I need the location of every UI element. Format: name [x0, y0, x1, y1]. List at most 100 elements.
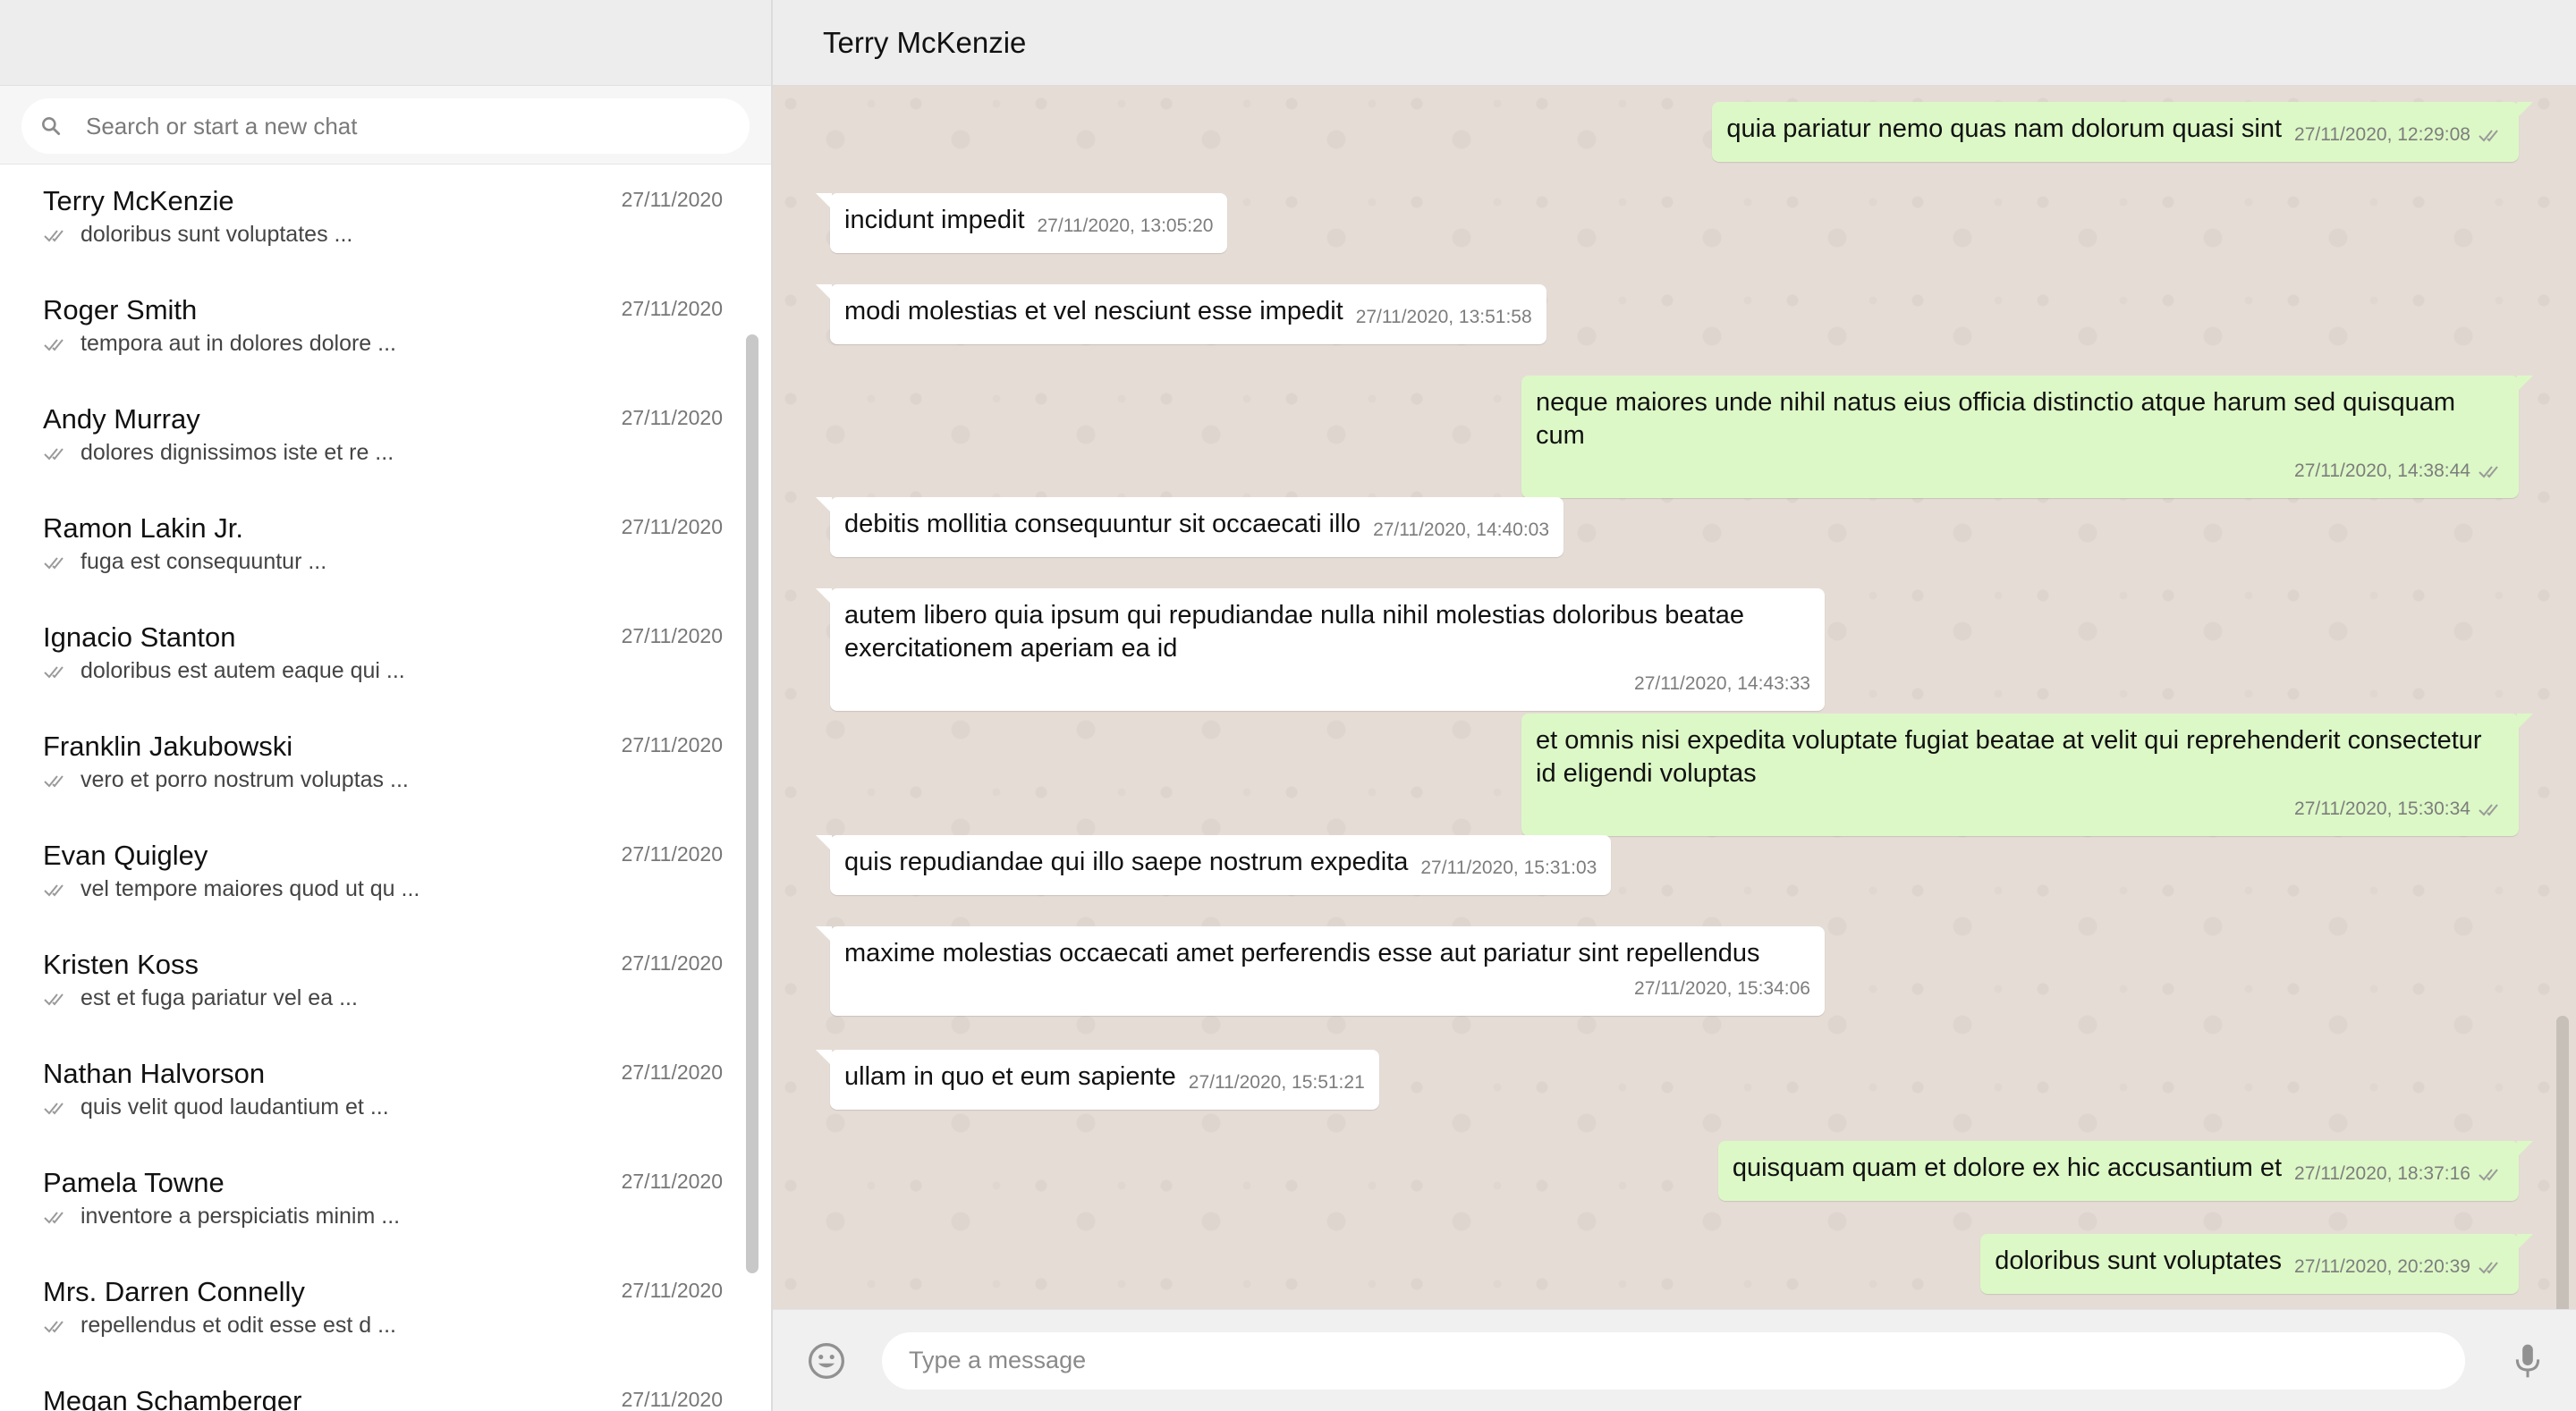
message-timestamp: 27/11/2020, 18:37:16 — [2294, 1163, 2470, 1184]
message-meta: 27/11/2020, 15:51:21 — [1189, 1066, 1365, 1099]
chat-preview-text: repellendus et odit esse est d ... — [80, 1313, 396, 1338]
chat-preview-text: vel tempore maiores quod ut qu ... — [80, 876, 420, 901]
message-text: quisquam quam et dolore ex hic accusanti… — [1732, 1153, 2283, 1182]
chat-date: 27/11/2020 — [621, 297, 723, 320]
message-timestamp: 27/11/2020, 14:40:03 — [1373, 520, 1550, 540]
chat-preview: est et fuga pariatur vel ea ... — [43, 985, 744, 1011]
message-timestamp: 27/11/2020, 20:20:39 — [2294, 1256, 2470, 1277]
chat-date: 27/11/2020 — [621, 733, 723, 756]
message-text: et omnis nisi expedita voluptate fugiat … — [1536, 726, 2482, 788]
chat-date: 27/11/2020 — [621, 842, 723, 866]
sidebar: Terry McKenzie27/11/2020doloribus sunt v… — [0, 0, 773, 1411]
mic-icon[interactable] — [2506, 1339, 2549, 1382]
message-text: quis repudiandae qui illo saepe nostrum … — [844, 848, 1409, 876]
outgoing-message[interactable]: quisquam quam et dolore ex hic accusanti… — [1717, 1141, 2534, 1201]
chat-preview-text: dolores dignissimos iste et re ... — [80, 440, 394, 465]
chat-preview: vel tempore maiores quod ut qu ... — [43, 876, 744, 902]
chat-preview-text: vero et porro nostrum voluptas ... — [80, 767, 409, 792]
message-input[interactable] — [882, 1331, 2465, 1390]
chat-date: 27/11/2020 — [621, 188, 723, 211]
double-check-icon — [43, 1099, 70, 1117]
double-check-icon — [43, 881, 70, 899]
conversation-header[interactable]: Terry McKenzie — [773, 0, 2576, 86]
double-check-icon — [43, 444, 70, 462]
message-timestamp: 27/11/2020, 14:38:44 — [2294, 460, 2470, 481]
double-check-icon — [43, 553, 70, 571]
chat-preview-text: tempora aut in dolores dolore ... — [80, 331, 396, 356]
chat-list-item[interactable]: Terry McKenzie 27/11/2020 doloribus sunt v… — [0, 165, 771, 274]
outgoing-message[interactable]: doloribus sunt voluptates 27/11/2020, 20:… — [1980, 1234, 2533, 1294]
message-text: doloribus sunt voluptates — [1995, 1246, 2283, 1275]
chat-date: 27/11/2020 — [621, 1279, 723, 1302]
chat-preview-text: inventore a perspiciatis minim ... — [80, 1204, 401, 1229]
chat-list-scrollbar[interactable] — [746, 334, 758, 1273]
incoming-message[interactable]: quis repudiandae qui illo saepe nostrum … — [815, 835, 1612, 895]
search-box[interactable] — [21, 98, 750, 154]
chat-date: 27/11/2020 — [621, 1060, 723, 1084]
message-text: debitis mollitia consequuntur sit occaec… — [844, 510, 1361, 538]
outgoing-message[interactable]: quia pariatur nemo quas nam dolorum quas… — [1712, 102, 2533, 162]
chat-date: 27/11/2020 — [621, 406, 723, 429]
chat-preview: inventore a perspiciatis minim ... — [43, 1204, 744, 1229]
incoming-message[interactable]: debitis mollitia consequuntur sit occaec… — [815, 497, 1564, 557]
search-input[interactable] — [84, 98, 750, 154]
chat-list-item[interactable]: Evan Quigley 27/11/2020 vel tempore maiore… — [0, 819, 771, 928]
double-check-icon — [2478, 1166, 2504, 1182]
chat-list-item[interactable]: Megan Schamberger 27/11/2020 — [0, 1365, 771, 1411]
message-scrollbar[interactable] — [2556, 1016, 2569, 1309]
outgoing-message[interactable]: neque maiores unde nihil natus eius offi… — [1521, 376, 2533, 498]
chat-preview-text: doloribus est autem eaque qui ... — [80, 658, 405, 683]
message-timestamp: 27/11/2020, 15:31:03 — [1420, 858, 1597, 878]
message-timestamp: 27/11/2020, 15:30:34 — [2294, 798, 2470, 819]
search-bar — [0, 86, 771, 165]
chat-list-item[interactable]: Nathan Halvorson 27/11/2020 quis velit quo… — [0, 1037, 771, 1146]
message-text: neque maiores unde nihil natus eius offi… — [1536, 388, 2455, 450]
double-check-icon — [2478, 801, 2504, 817]
conversation-panel: Terry McKenzie quia pariatur nemo quas n… — [773, 0, 2576, 1411]
message-meta: 27/11/2020, 20:20:39 — [2294, 1250, 2504, 1283]
chat-preview-text: est et fuga pariatur vel ea ... — [80, 985, 358, 1010]
chat-list-item[interactable]: Ignacio Stanton 27/11/2020 doloribus est a… — [0, 601, 771, 710]
search-icon — [36, 111, 66, 141]
chat-list-item[interactable]: Pamela Towne 27/11/2020 inventore a perspi… — [0, 1146, 771, 1255]
message-meta: 27/11/2020, 12:29:08 — [2294, 118, 2504, 151]
conversation-title: Terry McKenzie — [823, 25, 1027, 59]
message-timestamp: 27/11/2020, 15:34:06 — [1634, 978, 1810, 999]
chat-date: 27/11/2020 — [621, 515, 723, 538]
incoming-message[interactable]: maxime molestias occaecati amet perferen… — [816, 926, 1825, 1016]
message-meta: 27/11/2020, 15:34:06 — [844, 972, 1810, 1005]
message-text: maxime molestias occaecati amet perferen… — [844, 939, 1760, 967]
chat-list-item[interactable]: Kristen Koss 27/11/2020 est et fuga pariat… — [0, 928, 771, 1037]
chat-preview: tempora aut in dolores dolore ... — [43, 331, 744, 357]
chat-preview-text: fuga est consequuntur ... — [80, 549, 327, 574]
chat-date: 27/11/2020 — [621, 624, 723, 647]
message-meta: 27/11/2020, 14:43:33 — [844, 667, 1810, 700]
double-check-icon — [43, 335, 70, 353]
incoming-message[interactable]: incidunt impedit 27/11/2020, 13:05:20 — [815, 193, 1228, 253]
chat-preview: fuga est consequuntur ... — [43, 549, 744, 575]
message-text: ullam in quo et eum sapiente — [844, 1062, 1176, 1091]
double-check-icon — [43, 1208, 70, 1226]
incoming-message[interactable]: modi molestias et vel nesciunt esse impe… — [816, 284, 1546, 344]
message-timestamp: 27/11/2020, 13:05:20 — [1037, 215, 1214, 236]
message-meta: 27/11/2020, 15:31:03 — [1420, 851, 1597, 884]
chat-list-item[interactable]: Roger Smith 27/11/2020 tempora aut in dolo… — [0, 274, 771, 383]
message-meta: 27/11/2020, 13:05:20 — [1038, 209, 1214, 242]
sidebar-header — [0, 0, 771, 86]
chat-list-item[interactable]: Franklin Jakubowski 27/11/2020 vero et por… — [0, 710, 771, 819]
chat-list-item[interactable]: Mrs. Darren Connelly 27/11/2020 repellendu… — [0, 1255, 771, 1365]
message-text: modi molestias et vel nesciunt esse impe… — [844, 297, 1343, 325]
outgoing-message[interactable]: et omnis nisi expedita voluptate fugiat … — [1521, 714, 2533, 836]
message-text: quia pariatur nemo quas nam dolorum quas… — [1726, 114, 2283, 143]
chat-preview: doloribus est autem eaque qui ... — [43, 658, 744, 684]
chat-list-item[interactable]: Ramon Lakin Jr. 27/11/2020 fuga est conseq… — [0, 492, 771, 601]
incoming-message[interactable]: ullam in quo et eum sapiente 27/11/2020, … — [816, 1050, 1379, 1110]
emoji-icon[interactable] — [805, 1339, 848, 1382]
chat-list: Terry McKenzie 27/11/2020 doloribus sunt v… — [0, 165, 771, 1411]
double-check-icon — [43, 990, 70, 1008]
message-timestamp: 27/11/2020, 14:43:33 — [1634, 673, 1810, 694]
message-text: incidunt impedit — [844, 206, 1025, 234]
double-check-icon — [2478, 1259, 2504, 1275]
incoming-message[interactable]: autem libero quia ipsum qui repudiandae … — [816, 588, 1825, 711]
chat-list-item[interactable]: Andy Murray 27/11/2020 dolores dignissimos… — [0, 383, 771, 492]
